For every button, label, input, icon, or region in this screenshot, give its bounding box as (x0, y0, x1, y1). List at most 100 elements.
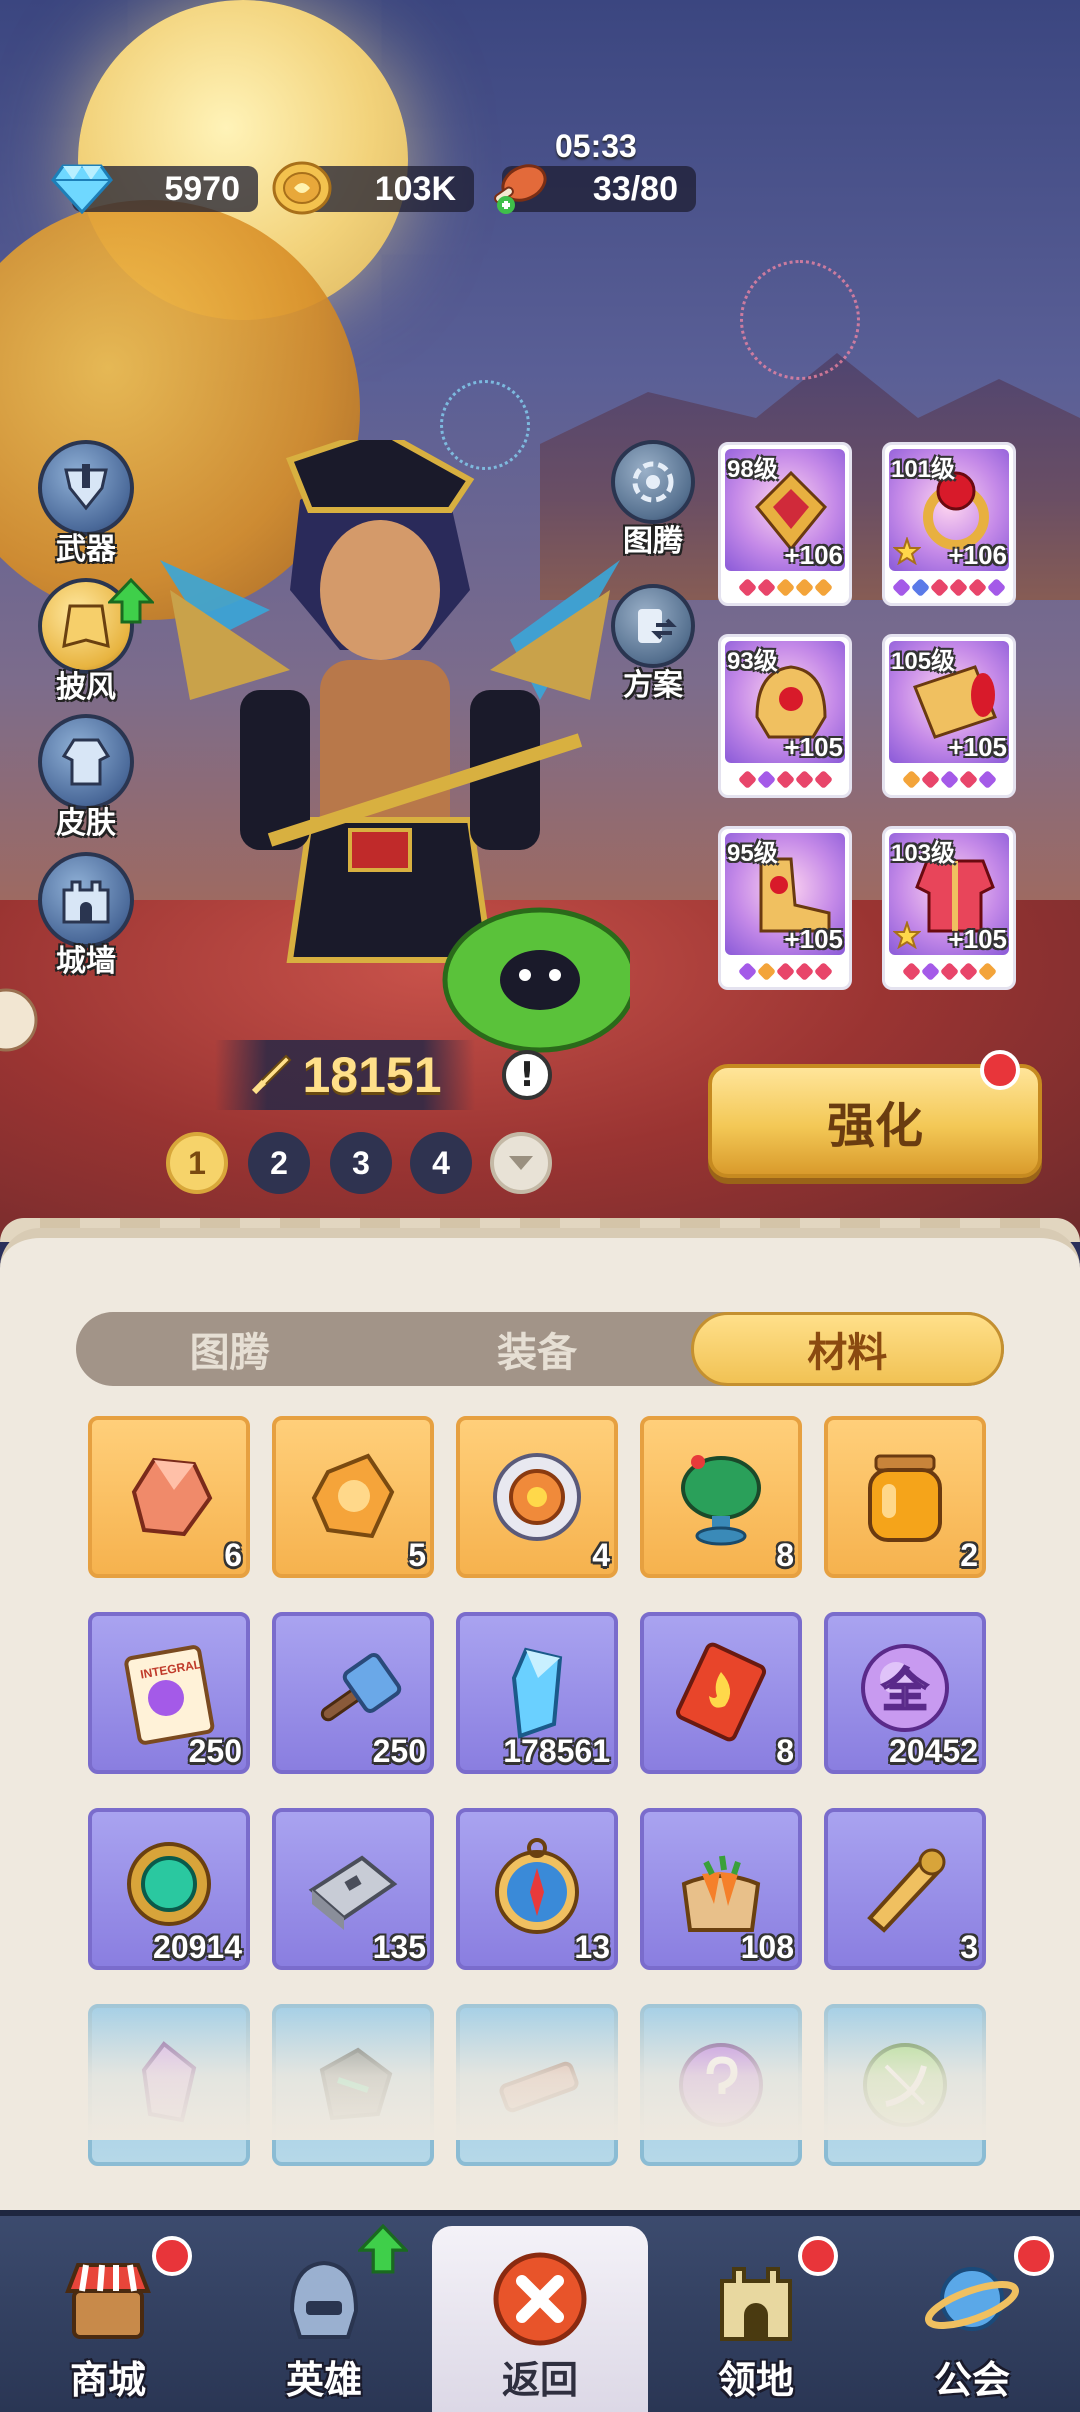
planet-icon (922, 2249, 1022, 2349)
loadout-more-button[interactable] (490, 1132, 552, 1194)
material-item[interactable]: 13 (456, 1808, 618, 1970)
material-item[interactable]: 250 (272, 1612, 434, 1774)
equipment-slot-horn[interactable]: 105级 +105 (882, 634, 1016, 798)
equipment-level: 93级 (727, 648, 778, 675)
item-count: 20914 (153, 1929, 242, 1965)
side-item-label: 武器 (56, 532, 116, 567)
tab-totem[interactable]: 图腾 (76, 1312, 383, 1386)
star-icon (893, 921, 921, 949)
equipment-slot-weapon[interactable]: 98级 +106 (718, 442, 852, 606)
notification-dot (1014, 2236, 1054, 2276)
material-item[interactable]: 全 20452 (824, 1612, 986, 1774)
gem-count: 5970 (164, 169, 240, 208)
compass-disc-icon (493, 1453, 581, 1541)
wall-icon (38, 852, 134, 948)
bottom-nav: 商城 英雄 返回 领地 公会 (0, 2210, 1080, 2412)
iron-ingot-icon (308, 1855, 398, 1930)
equipment-slot-armor[interactable]: 103级 +105 (882, 826, 1016, 990)
fire-ticket-icon (675, 1642, 767, 1742)
emerald-amulet-icon (127, 1842, 211, 1926)
item-count: 250 (372, 1733, 426, 1769)
material-item[interactable]: 20914 (88, 1808, 250, 1970)
skin-icon (38, 714, 134, 810)
material-item[interactable]: 178561 (456, 1612, 618, 1774)
equipment-plus: +105 (948, 732, 1007, 762)
equipment-slot-ring[interactable]: 101级 +106 (882, 442, 1016, 606)
tab-materials[interactable]: 材料 (690, 1312, 1004, 1386)
material-item[interactable]: 135 (272, 1808, 434, 1970)
gem-sockets (725, 769, 845, 791)
orb-label: 全 (881, 1663, 929, 1717)
star-icon (893, 537, 921, 565)
compass-icon (495, 1838, 579, 1934)
material-item[interactable]: 8 (640, 1612, 802, 1774)
tab-equipment[interactable]: 装备 (383, 1312, 690, 1386)
stamina-count: 33/80 (592, 169, 678, 208)
loadout-page-2[interactable]: 2 (248, 1132, 310, 1194)
nav-territory[interactable]: 领地 (648, 2216, 864, 2412)
material-item[interactable]: 3 (824, 1808, 986, 1970)
golden-horn-icon (867, 1848, 946, 1933)
item-count: 108 (740, 1929, 794, 1965)
nav-hero[interactable]: 英雄 (216, 2216, 432, 2412)
nav-guild-label: 公会 (933, 2358, 1010, 2402)
partial-flower-icon (0, 988, 38, 1052)
equipment-level: 95级 (727, 840, 778, 867)
all-orb-icon: 全 (861, 1644, 949, 1732)
chevron-down-icon (509, 1156, 533, 1170)
castle-icon (706, 2249, 806, 2349)
stamina-timer: 05:33 (555, 128, 637, 164)
material-item[interactable]: 8 (640, 1416, 802, 1578)
side-item-wall[interactable]: 城墙 (34, 852, 138, 980)
close-icon (490, 2249, 590, 2349)
material-item[interactable]: 5 (272, 1416, 434, 1578)
gem-sockets (725, 577, 845, 599)
hammer-icon (320, 1653, 402, 1722)
material-item[interactable]: 108 (640, 1808, 802, 1970)
weapon-icon (38, 440, 134, 536)
nav-shop-label: 商城 (69, 2358, 146, 2402)
material-item[interactable]: 6 (88, 1416, 250, 1578)
alert-button[interactable]: ! (502, 1050, 552, 1100)
item-count: 8 (776, 1537, 794, 1573)
nav-back[interactable]: 返回 (432, 2226, 648, 2412)
equipment-plus: +105 (784, 924, 843, 954)
material-item[interactable]: INTEGRAL 250 (88, 1612, 250, 1774)
nav-shop[interactable]: 商城 (0, 2216, 216, 2412)
gem-sockets (889, 961, 1009, 983)
material-item[interactable]: 4 (456, 1416, 618, 1578)
equipment-plus: +105 (948, 924, 1007, 954)
loadout-page-1[interactable]: 1 (166, 1132, 228, 1194)
notification-dot (798, 2236, 838, 2276)
side-item-label: 城墙 (56, 944, 116, 979)
notification-dot (152, 2236, 192, 2276)
coin-count: 103K (374, 169, 456, 208)
equipment-level: 103级 (891, 840, 956, 867)
equipment-level: 101级 (891, 456, 956, 483)
equipment-plus: +106 (948, 540, 1007, 570)
loadout-page-4[interactable]: 4 (410, 1132, 472, 1194)
side-item-label: 披风 (56, 670, 116, 705)
equipment-slot-helmet[interactable]: 93级 +105 (718, 634, 852, 798)
shop-icon (58, 2249, 158, 2349)
side-item-weapon[interactable]: 武器 (34, 440, 138, 568)
diamond-icon (50, 160, 114, 216)
item-count: 6 (224, 1537, 242, 1573)
orange-crystal-icon (311, 1453, 395, 1539)
side-item-skin[interactable]: 皮肤 (34, 714, 138, 842)
item-count: 135 (372, 1929, 426, 1965)
notification-dot (980, 1050, 1020, 1090)
equipment-level: 98级 (727, 456, 778, 483)
hero-power: 18151 (215, 1040, 475, 1110)
item-count: 5 (408, 1537, 426, 1573)
equipment-slot-boots[interactable]: 95级 +105 (718, 826, 852, 990)
item-count: 178561 (503, 1733, 610, 1769)
material-item[interactable]: 2 (824, 1416, 986, 1578)
gem-sockets (889, 577, 1009, 599)
honey-jar-icon (868, 1454, 942, 1542)
nav-guild[interactable]: 公会 (864, 2216, 1080, 2412)
hero-character[interactable] (150, 440, 630, 1060)
item-count: 13 (574, 1929, 610, 1965)
item-count: 3 (960, 1929, 978, 1965)
loadout-page-3[interactable]: 3 (330, 1132, 392, 1194)
